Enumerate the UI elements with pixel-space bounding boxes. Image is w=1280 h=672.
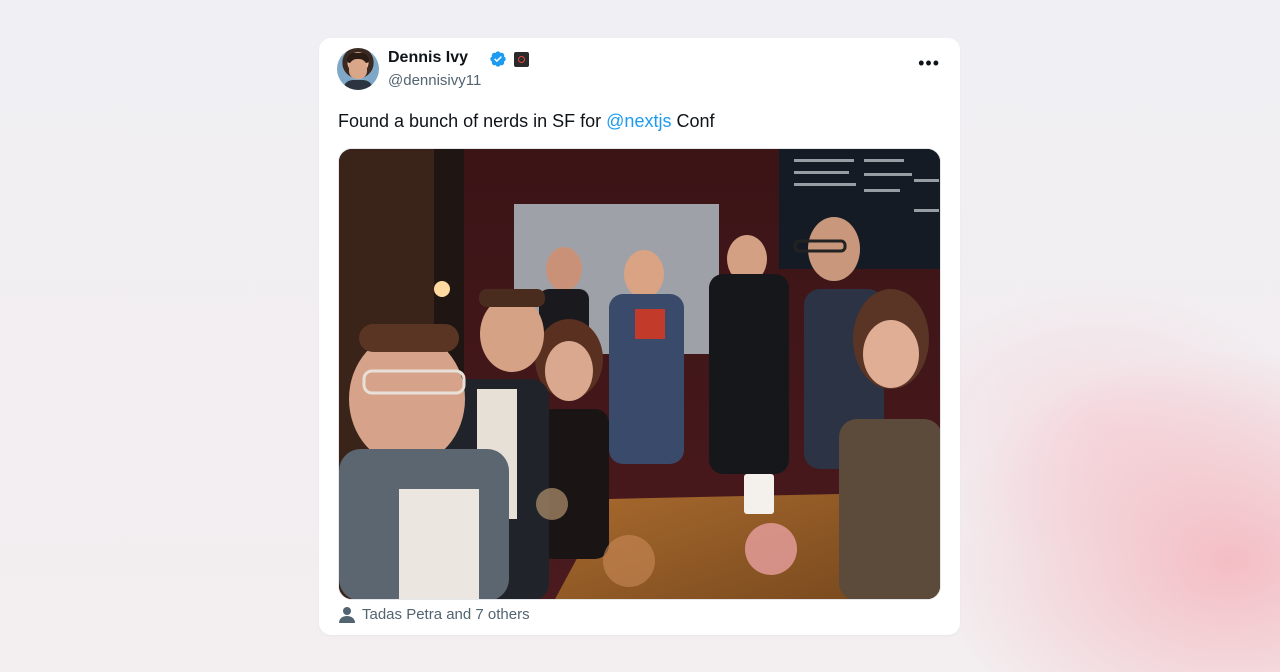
tweet-text-before: Found a bunch of nerds in SF for [338,111,607,131]
tweet-header: Dennis Ivy @dennisivy11 ••• [337,48,942,94]
more-options-icon[interactable]: ••• [918,54,940,72]
tweet-card[interactable]: Dennis Ivy @dennisivy11 ••• Found a bunc… [319,38,960,635]
affiliate-badge-icon[interactable] [514,52,529,67]
author-name[interactable]: Dennis Ivy [388,49,468,67]
mention-link[interactable]: @nextjs [606,111,671,131]
tagged-text: Tadas Petra and 7 others [362,606,530,623]
author-handle[interactable]: @dennisivy11 [388,72,481,89]
person-tag-icon [339,607,355,623]
verified-badge-icon [490,51,506,67]
group-selfie-image [339,149,940,599]
tweet-text-after: Conf [671,111,715,131]
tweet-photo[interactable] [338,148,941,600]
tweet-text: Found a bunch of nerds in SF for @nextjs… [338,111,714,132]
avatar[interactable] [337,48,379,90]
